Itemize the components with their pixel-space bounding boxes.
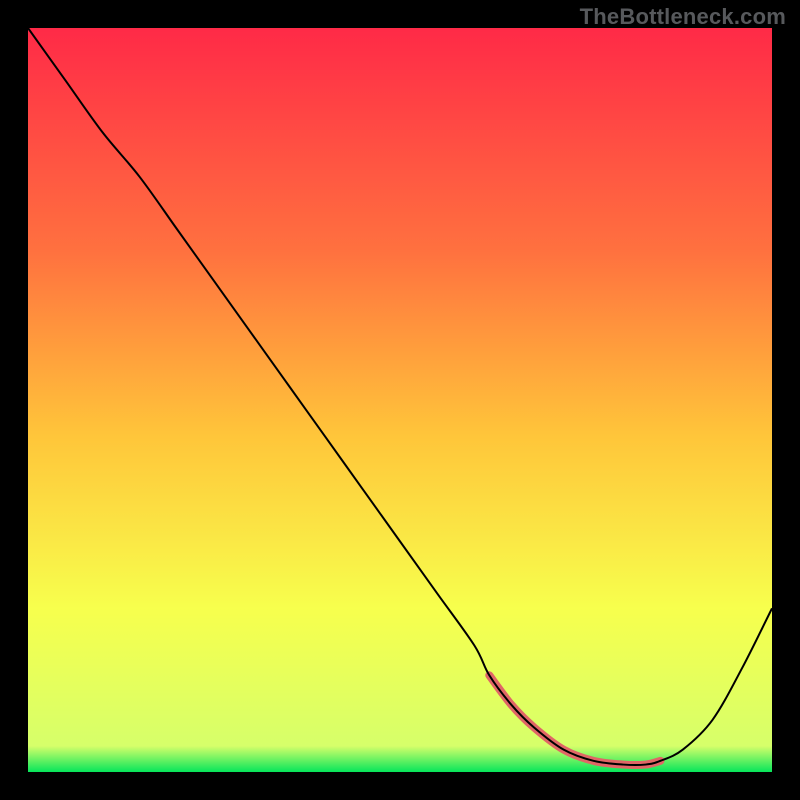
watermark-text: TheBottleneck.com — [580, 4, 786, 30]
bottleneck-chart — [28, 28, 772, 772]
gradient-background — [28, 28, 772, 772]
